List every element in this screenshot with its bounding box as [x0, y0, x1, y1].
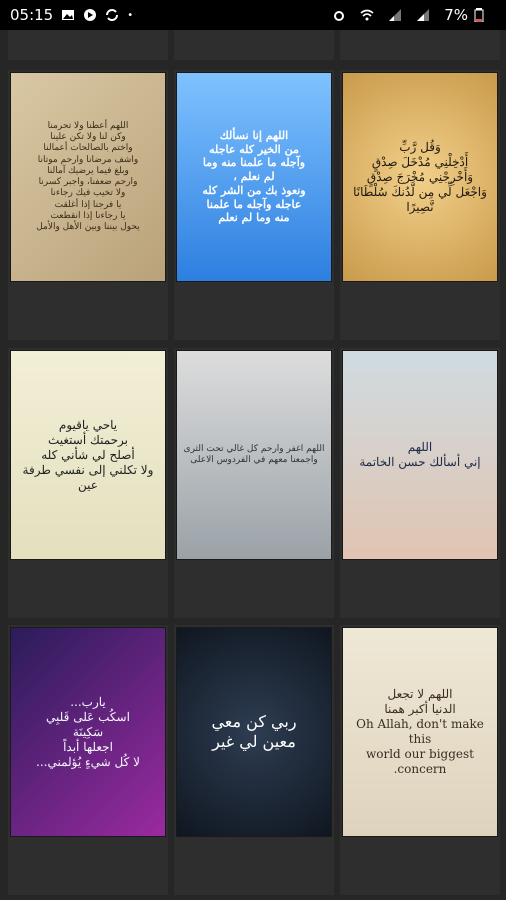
alarm-icon [332, 8, 346, 22]
wallpaper-thumbnail[interactable]: اللهم أعطنا ولا تحرمنا وكن لنا ولا تكن ع… [10, 72, 166, 282]
wallpaper-text: اللهم اغفر وارحم كل غالي تحت الثرى واجمع… [183, 443, 325, 465]
wallpaper-thumbnail[interactable]: ياحي ياقيوم برحمتك أستغيث أصلح لي شأني ك… [10, 350, 166, 560]
wallpaper-thumbnail[interactable]: يارب... اسكُب عَلى قَلبِي سَكِينَة اجعله… [10, 627, 166, 837]
wallpaper-thumbnail[interactable]: اللهم إني أسألك حسن الخاتمة [342, 350, 498, 560]
wallpaper-thumbnail[interactable]: اللهم اغفر وارحم كل غالي تحت الثرى واجمع… [176, 350, 332, 560]
media-icon [83, 8, 97, 22]
battery-icon [474, 8, 488, 23]
signal-icon-1 [388, 8, 402, 22]
wallpaper-thumbnail[interactable]: وَقُل رَّبِّ أَدْخِلْنِي مُدْخَلَ صِدْقٍ… [342, 72, 498, 282]
grid-cell-bg [8, 30, 168, 60]
wifi-icon [360, 8, 374, 22]
wallpaper-thumbnail[interactable]: اللهم لا تجعل الدنيا أكبر همنا Oh Allah,… [342, 627, 498, 837]
wallpaper-grid: اللهم أعطنا ولا تحرمنا وكن لنا ولا تكن ع… [0, 30, 506, 900]
grid-cell-bg [174, 30, 334, 60]
battery-percent: 7% [444, 6, 468, 24]
sync-icon [105, 8, 119, 22]
wallpaper-thumbnail[interactable]: اللهم إنا نسألك من الخير كله عاجله وآجله… [176, 72, 332, 282]
wallpaper-text: اللهم إني أسألك حسن الخاتمة [359, 440, 481, 469]
wallpaper-text: اللهم أعطنا ولا تحرمنا وكن لنا ولا تكن ع… [36, 120, 140, 232]
wallpaper-text: وَقُل رَّبِّ أَدْخِلْنِي مُدْخَلَ صِدْقٍ… [353, 139, 487, 214]
wallpaper-text: يارب... اسكُب عَلى قَلبِي سَكِينَة اجعله… [36, 694, 140, 769]
wallpaper-text: اللهم لا تجعل الدنيا أكبر همنا Oh Allah,… [356, 687, 484, 776]
status-time: 05:15 [10, 6, 54, 24]
dot-icon: • [127, 9, 134, 21]
status-bar: 05:15 • 7% [0, 0, 506, 30]
grid-cell-bg [340, 30, 500, 60]
wallpaper-text: ربي كن معي معين لي غير [211, 712, 297, 751]
wallpaper-thumbnail[interactable]: ربي كن معي معين لي غير [176, 627, 332, 837]
signal-icon-2 [416, 8, 430, 22]
wallpaper-text: اللهم إنا نسألك من الخير كله عاجله وآجله… [202, 128, 306, 225]
wallpaper-text: ياحي ياقيوم برحمتك أستغيث أصلح لي شأني ك… [22, 417, 154, 492]
gallery-icon [61, 8, 75, 22]
